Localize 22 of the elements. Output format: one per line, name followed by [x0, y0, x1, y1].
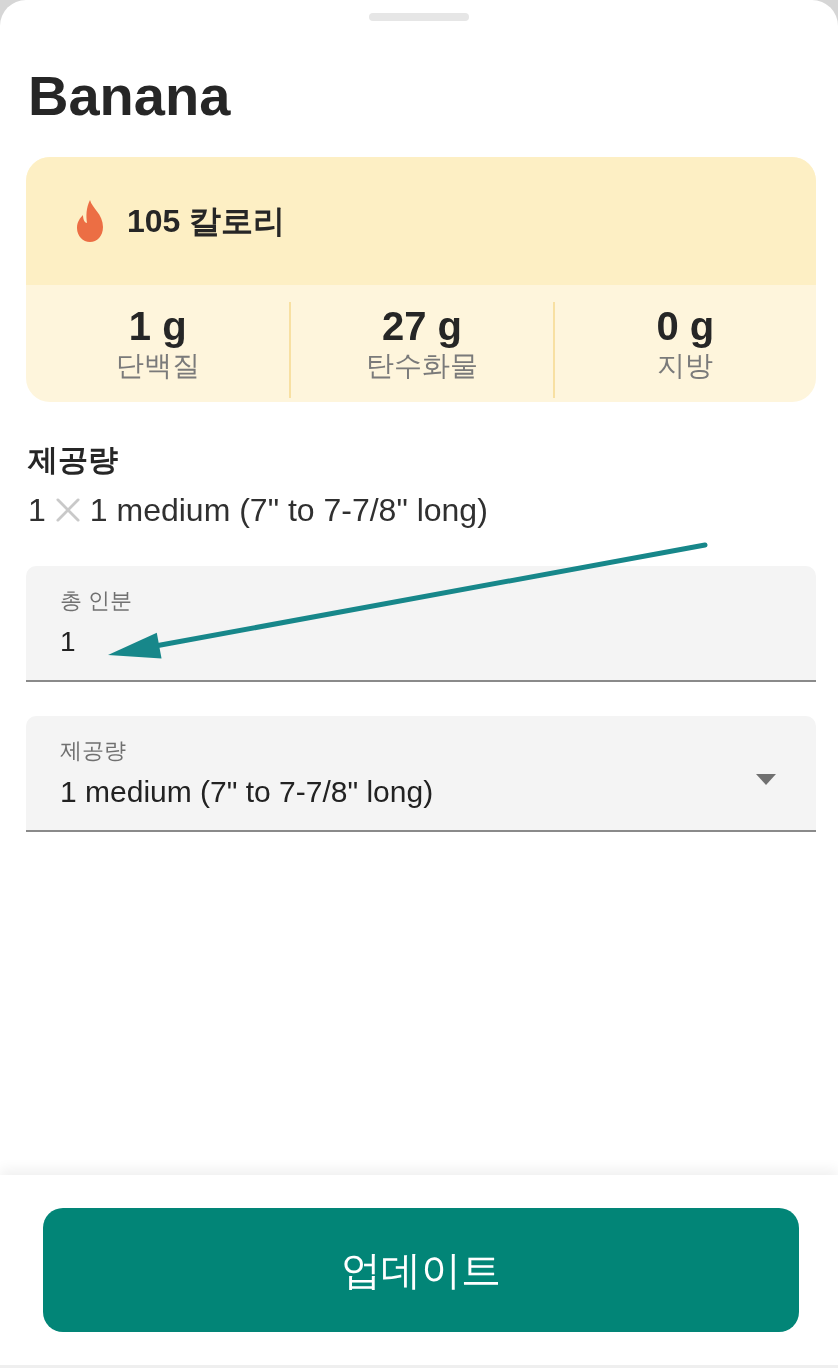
calorie-count: 105 칼로리 [127, 202, 286, 241]
macro-label: 단백질 [115, 349, 200, 383]
field-label: 총 인분 [60, 587, 133, 615]
flame-icon [75, 200, 105, 242]
macro-label: 탄수화물 [366, 349, 478, 383]
macro-amount: 1 g [128, 306, 187, 346]
field-value: 1 [60, 625, 76, 659]
serving-dropdown[interactable]: 제공량 1 medium (7" to 7-7/8" long) [26, 716, 816, 832]
update-button[interactable]: 업데이트 [43, 1208, 799, 1332]
food-title: Banana [28, 63, 231, 129]
macro-amount: 27 g [381, 306, 462, 346]
serving-heading: 제공량 [28, 442, 118, 478]
macro-label: 지방 [657, 349, 714, 383]
serving-quantity: 1 [28, 491, 46, 530]
macro-amount: 0 g [656, 306, 715, 346]
multiply-icon [55, 498, 80, 522]
field-value: 1 medium (7" to 7-7/8" long) [60, 774, 434, 810]
field-label: 제공량 [60, 737, 126, 765]
serving-unit: 1 medium (7" to 7-7/8" long) [89, 491, 488, 530]
servings-input[interactable]: 총 인분 1 [26, 566, 816, 682]
caret-icon [756, 774, 776, 785]
drag-handle[interactable] [369, 13, 469, 21]
